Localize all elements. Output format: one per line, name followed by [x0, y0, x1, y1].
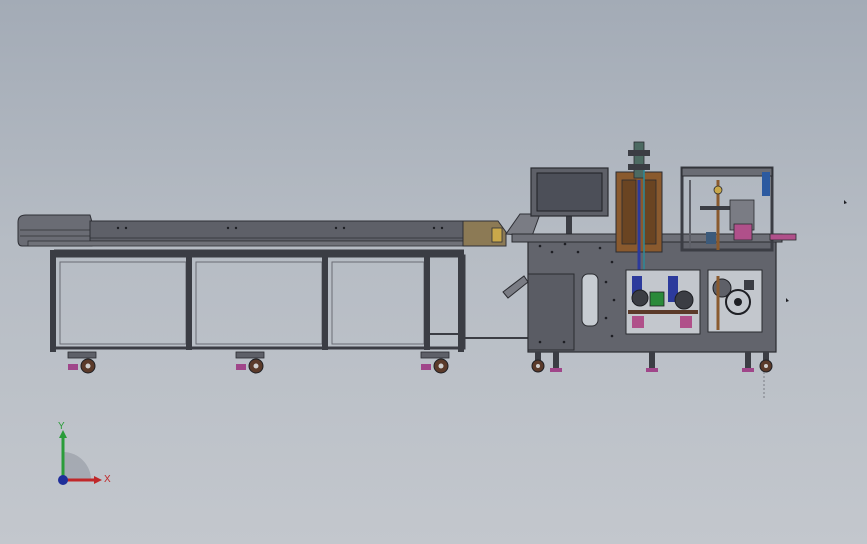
z-axis-dot	[58, 475, 68, 485]
model-fragment	[786, 298, 789, 302]
stand-frame-inner	[59, 261, 425, 345]
conveyor-section[interactable]	[17, 213, 541, 352]
y-axis-label: Y	[58, 421, 65, 432]
x-axis-label: X	[104, 474, 111, 485]
cad-viewport[interactable]: Y X	[0, 0, 867, 544]
feed-guide	[502, 275, 529, 299]
wrapping-machine-body[interactable]	[502, 141, 847, 400]
transfer-chute	[505, 213, 541, 237]
left-access-panel	[527, 273, 575, 351]
coordinate-triad: Y X	[58, 421, 111, 485]
caster	[67, 351, 97, 374]
gearbox-compartment	[707, 269, 763, 333]
model-fragment	[844, 200, 847, 204]
packaging-machine-model[interactable]	[0, 0, 867, 544]
conveyor-casters	[67, 351, 450, 374]
drive-compartment	[625, 269, 701, 335]
caster	[235, 351, 265, 374]
discharge-guide	[491, 227, 503, 243]
x-axis-arrow	[94, 476, 102, 484]
triad-arc	[63, 452, 91, 480]
hmi-arm	[566, 214, 572, 236]
side-slot	[581, 273, 599, 327]
hmi-touch-screen[interactable]	[530, 167, 609, 217]
conveyor-rail	[27, 240, 499, 247]
caster	[420, 351, 450, 374]
machine-feet	[531, 352, 773, 373]
outfeed-arm	[769, 233, 797, 241]
stand-uprights	[50, 250, 464, 352]
conveyor-stand-frame	[52, 249, 528, 350]
